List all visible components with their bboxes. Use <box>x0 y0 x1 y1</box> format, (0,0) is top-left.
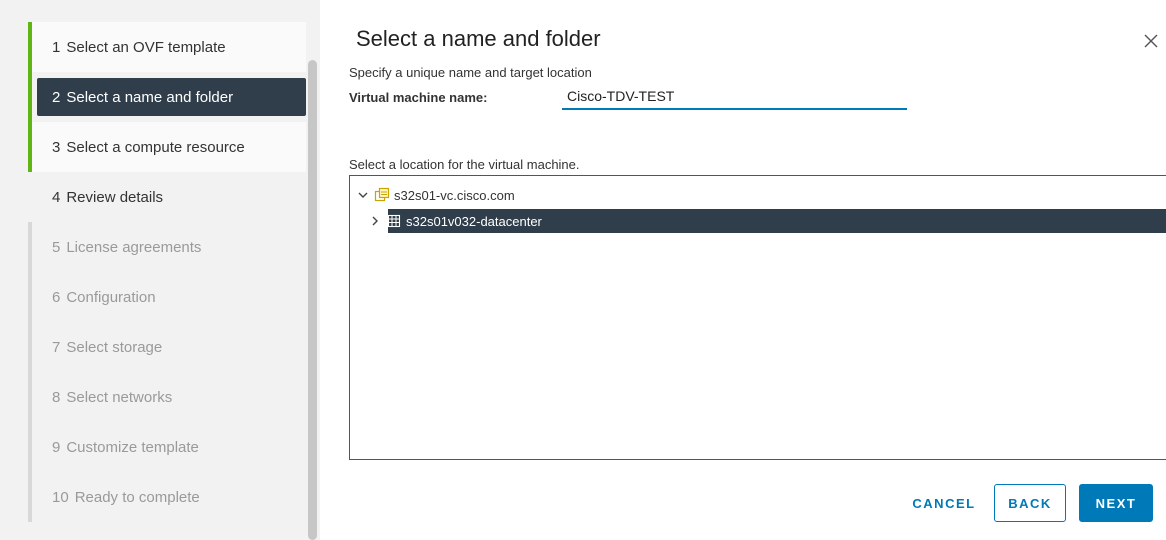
step-label: Review details <box>66 188 164 206</box>
step-label: Select a compute resource <box>66 138 245 156</box>
step-customize-template: 9 Customize template <box>28 422 306 472</box>
tree-node-vcenter[interactable]: s32s01-vc.cisco.com <box>356 183 515 207</box>
step-select-compute-resource[interactable]: 3 Select a compute resource <box>28 122 306 172</box>
step-number: 6 <box>52 288 61 306</box>
step-label: Configuration <box>66 288 156 306</box>
main-panel: Select a name and folder Specify a uniqu… <box>320 0 1166 540</box>
step-number: 8 <box>52 388 61 406</box>
step-number: 3 <box>52 138 61 156</box>
page-subtitle: Specify a unique name and target locatio… <box>349 65 592 80</box>
chevron-right-icon[interactable] <box>368 214 382 228</box>
close-icon[interactable] <box>1140 30 1162 52</box>
step-configuration: 6 Configuration <box>28 272 306 322</box>
tree-node-label: s32s01v032-datacenter <box>406 213 542 229</box>
step-number: 9 <box>52 438 61 456</box>
step-number: 7 <box>52 338 61 356</box>
step-ready-to-complete: 10 Ready to complete <box>28 472 306 522</box>
tree-node-label: s32s01-vc.cisco.com <box>394 187 515 203</box>
step-license-agreements: 5 License agreements <box>28 222 306 272</box>
sidebar-scrollbar-thumb[interactable] <box>308 60 317 540</box>
step-label: Ready to complete <box>74 488 200 506</box>
step-select-ovf-template[interactable]: 1 Select an OVF template <box>28 22 306 72</box>
datacenter-icon <box>387 214 401 228</box>
step-number: 10 <box>52 488 69 506</box>
vm-name-label: Virtual machine name: <box>349 90 488 105</box>
step-number: 2 <box>52 88 61 106</box>
wizard-steps: 1 Select an OVF template 2 Select a name… <box>28 22 306 522</box>
step-label: Select a name and folder <box>66 88 234 106</box>
cancel-button[interactable]: CANCEL <box>902 484 986 522</box>
step-select-name-folder[interactable]: 2 Select a name and folder <box>28 72 306 122</box>
next-button[interactable]: NEXT <box>1079 484 1153 522</box>
step-select-networks: 8 Select networks <box>28 372 306 422</box>
step-label: Select an OVF template <box>66 38 226 56</box>
wizard-sidebar: 1 Select an OVF template 2 Select a name… <box>0 0 320 540</box>
chevron-down-icon[interactable] <box>356 188 370 202</box>
location-label: Select a location for the virtual machin… <box>349 157 580 172</box>
tree-node-datacenter[interactable]: s32s01v032-datacenter <box>368 209 1166 233</box>
step-label: Select networks <box>66 388 173 406</box>
vm-name-input[interactable] <box>562 84 907 110</box>
deploy-ovf-wizard: 1 Select an OVF template 2 Select a name… <box>0 0 1166 540</box>
step-select-storage: 7 Select storage <box>28 322 306 372</box>
step-label: Select storage <box>66 338 163 356</box>
step-label: Customize template <box>66 438 199 456</box>
location-tree: s32s01-vc.cisco.com s32s01v032-datacente… <box>349 175 1166 460</box>
vcenter-icon <box>374 187 390 202</box>
back-button[interactable]: BACK <box>994 484 1066 522</box>
step-label: License agreements <box>66 238 202 256</box>
step-review-details[interactable]: 4 Review details <box>28 172 306 222</box>
step-number: 5 <box>52 238 61 256</box>
step-number: 4 <box>52 188 61 206</box>
step-number: 1 <box>52 38 61 56</box>
page-title: Select a name and folder <box>356 26 601 51</box>
